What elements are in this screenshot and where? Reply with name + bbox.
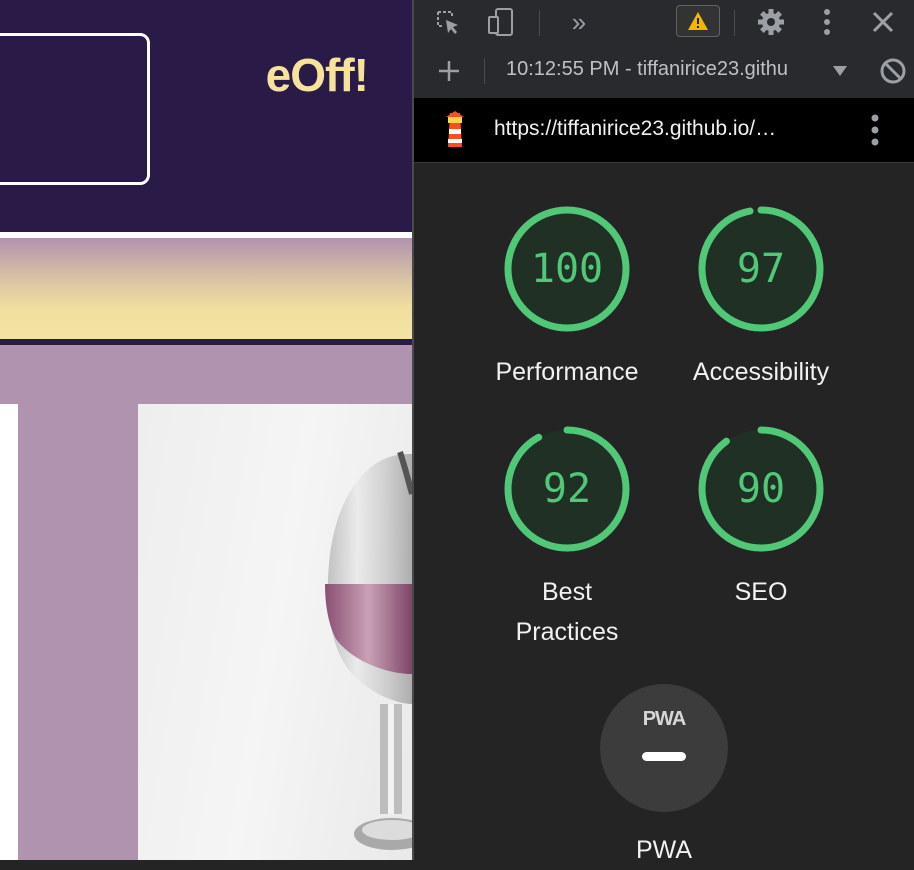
score-gauge-seo[interactable]: 90 [696, 424, 826, 554]
toolbar-separator [734, 10, 735, 36]
gauge-label: Performance [495, 358, 639, 386]
lighthouse-icon [440, 98, 470, 162]
pwa-not-applicable-dash [642, 752, 686, 761]
pwa-label: PWA [635, 836, 693, 864]
warning-icon [688, 12, 708, 30]
close-devtools-icon[interactable] [866, 0, 900, 44]
gauge-score-value: 90 [736, 466, 786, 512]
devtools-panel: » 10:12:55 PM - tiffanirice23.githu http… [412, 0, 914, 864]
header-cta-text: eOff! [265, 49, 369, 101]
inspect-element-icon[interactable] [432, 0, 464, 44]
settings-gear-icon[interactable] [754, 0, 788, 44]
warnings-button[interactable] [676, 5, 720, 37]
gradient-banner [0, 238, 412, 339]
pwa-badge[interactable]: PWA [600, 684, 728, 812]
more-tabs-icon[interactable]: » [564, 0, 594, 44]
pwa-logo: PWA [642, 708, 687, 730]
toolbar-separator [484, 58, 485, 84]
gauge-score-value: 92 [542, 466, 592, 512]
score-gauge-best-practices[interactable]: 92 [502, 424, 632, 554]
gauge-label: Accessibility [692, 358, 830, 386]
gauge-score-value: 97 [736, 246, 786, 292]
device-toolbar-icon[interactable] [484, 0, 518, 44]
devtools-toolbar: » [414, 0, 914, 45]
report-url: https://tiffanirice23.github.io/… [494, 117, 777, 140]
score-gauge-performance[interactable]: 100 [502, 204, 632, 334]
chevron-down-icon[interactable] [828, 44, 852, 98]
gauge-score-value: 100 [530, 246, 604, 292]
more-options-vertical-icon[interactable] [812, 0, 842, 44]
wine-glass-photo [138, 404, 412, 860]
score-gauge-accessibility[interactable]: 97 [696, 204, 826, 334]
report-menu-vertical-icon[interactable] [862, 98, 888, 162]
banner-divider [0, 339, 412, 345]
new-report-plus-icon[interactable] [432, 44, 466, 98]
report-selector[interactable]: 10:12:55 PM - tiffanirice23.githu [506, 58, 824, 81]
clear-reports-icon[interactable] [876, 44, 910, 98]
page-header: eOff! [0, 0, 412, 232]
toolbar-separator [539, 10, 540, 36]
report-url-bar: https://tiffanirice23.github.io/… [414, 98, 914, 163]
white-card-edge [0, 404, 18, 860]
lighthouse-report-bar: 10:12:55 PM - tiffanirice23.githu [414, 44, 914, 99]
gauge-label: SEO [734, 578, 788, 606]
web-page: eOff! [0, 0, 412, 860]
header-cta-button[interactable] [0, 33, 150, 185]
gauge-label: Best Practices [515, 578, 619, 646]
wine-glass-illustration [325, 451, 412, 850]
